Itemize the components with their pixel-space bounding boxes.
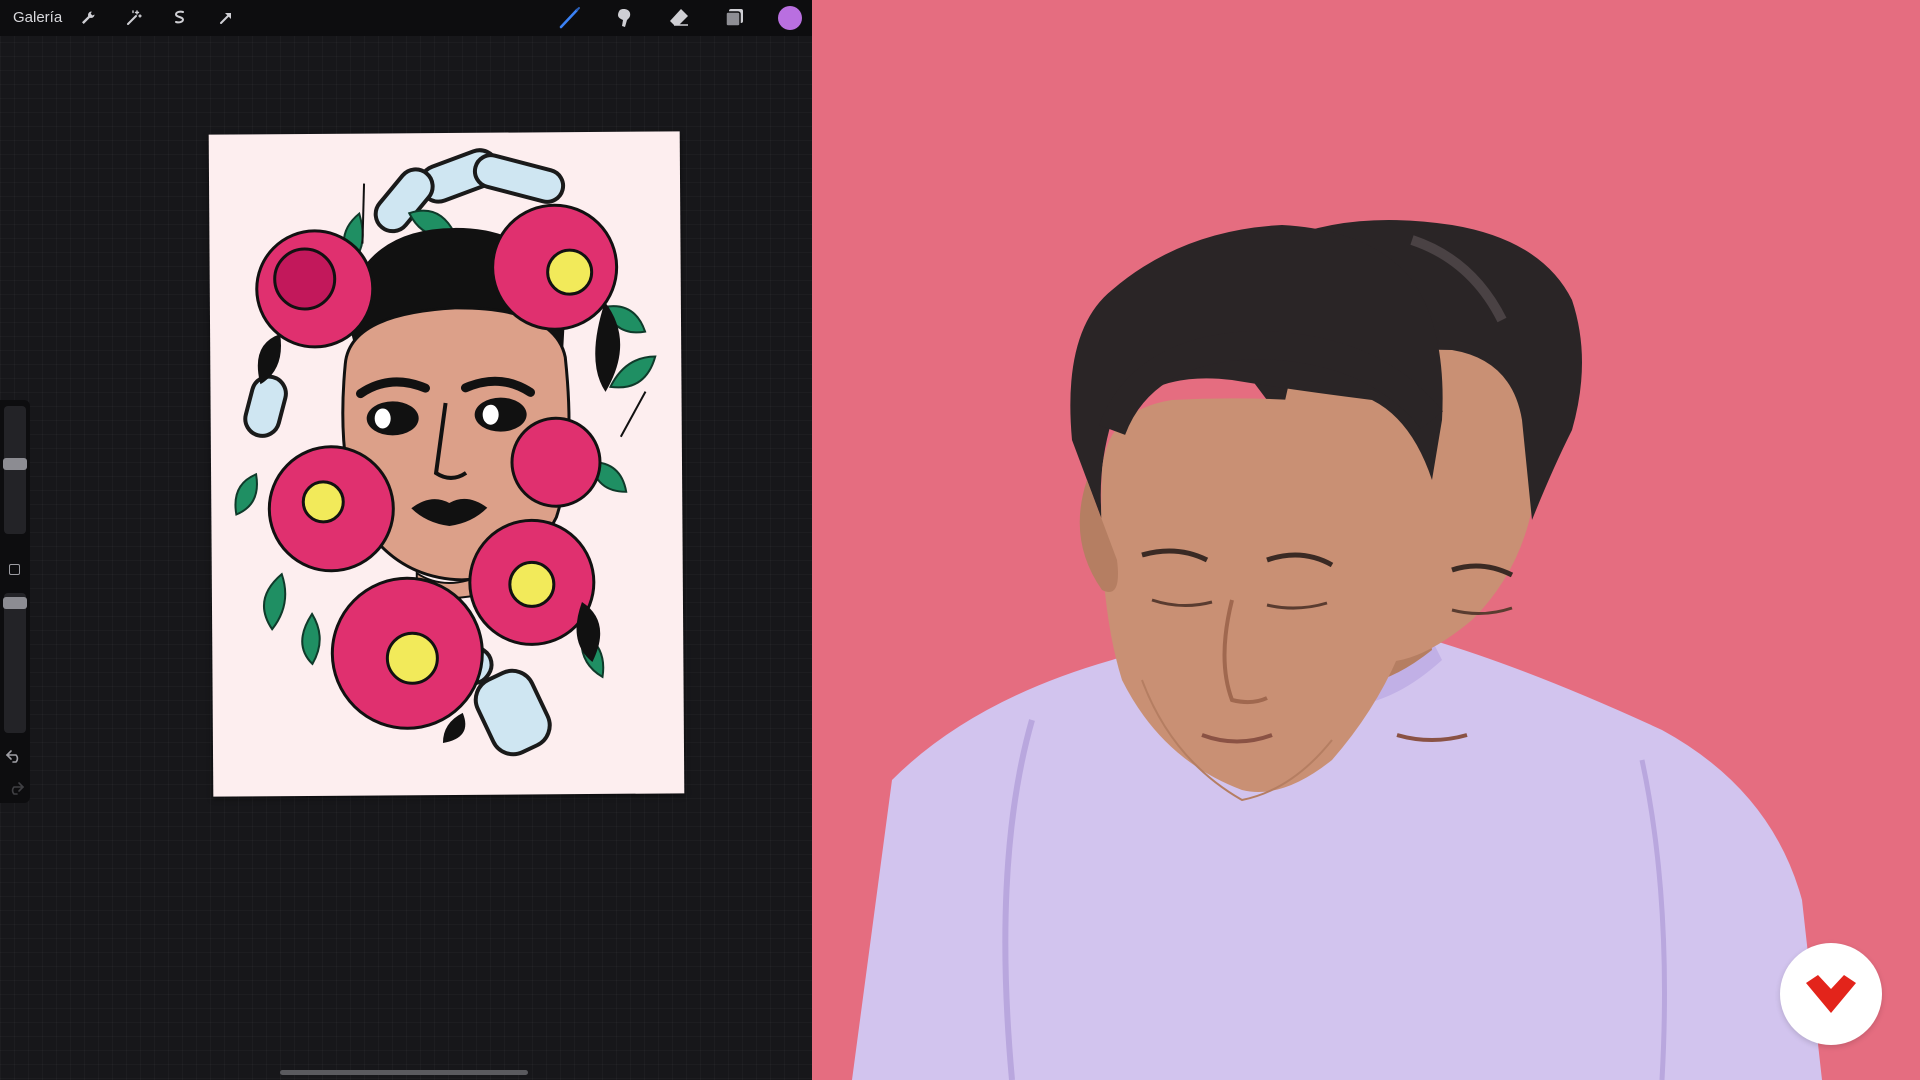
selection-icon[interactable]	[170, 8, 190, 28]
artwork-canvas[interactable]	[208, 131, 685, 797]
presenter-face-details	[1070, 225, 1443, 802]
opacity-slider-thumb[interactable]	[3, 597, 27, 609]
transform-arrow-icon[interactable]	[216, 8, 236, 28]
wrench-icon[interactable]	[78, 8, 98, 28]
home-indicator[interactable]	[280, 1070, 528, 1075]
brush-icon[interactable]	[558, 6, 582, 30]
smudge-icon[interactable]	[612, 6, 636, 30]
gallery-button[interactable]: Galería	[13, 9, 62, 26]
opacity-slider[interactable]	[3, 593, 27, 733]
top-toolbar: Galería	[0, 0, 812, 36]
illustration-portrait-with-flowers	[234, 148, 657, 757]
redo-icon[interactable]	[5, 780, 25, 796]
eraser-icon[interactable]	[667, 6, 691, 30]
presenter-video	[812, 0, 1920, 1080]
brand-logo-badge[interactable]	[1780, 943, 1882, 1045]
brand-logo-icon	[1806, 975, 1856, 1013]
left-sidebar	[0, 400, 30, 803]
brush-size-slider-thumb[interactable]	[3, 458, 27, 470]
magic-wand-icon[interactable]	[124, 8, 144, 28]
color-picker-swatch[interactable]	[778, 6, 802, 30]
layers-icon[interactable]	[722, 6, 746, 30]
undo-icon[interactable]	[5, 748, 25, 764]
modify-button[interactable]	[9, 564, 20, 575]
brush-size-slider[interactable]	[3, 406, 27, 534]
procreate-screen: Galería	[0, 0, 812, 1080]
